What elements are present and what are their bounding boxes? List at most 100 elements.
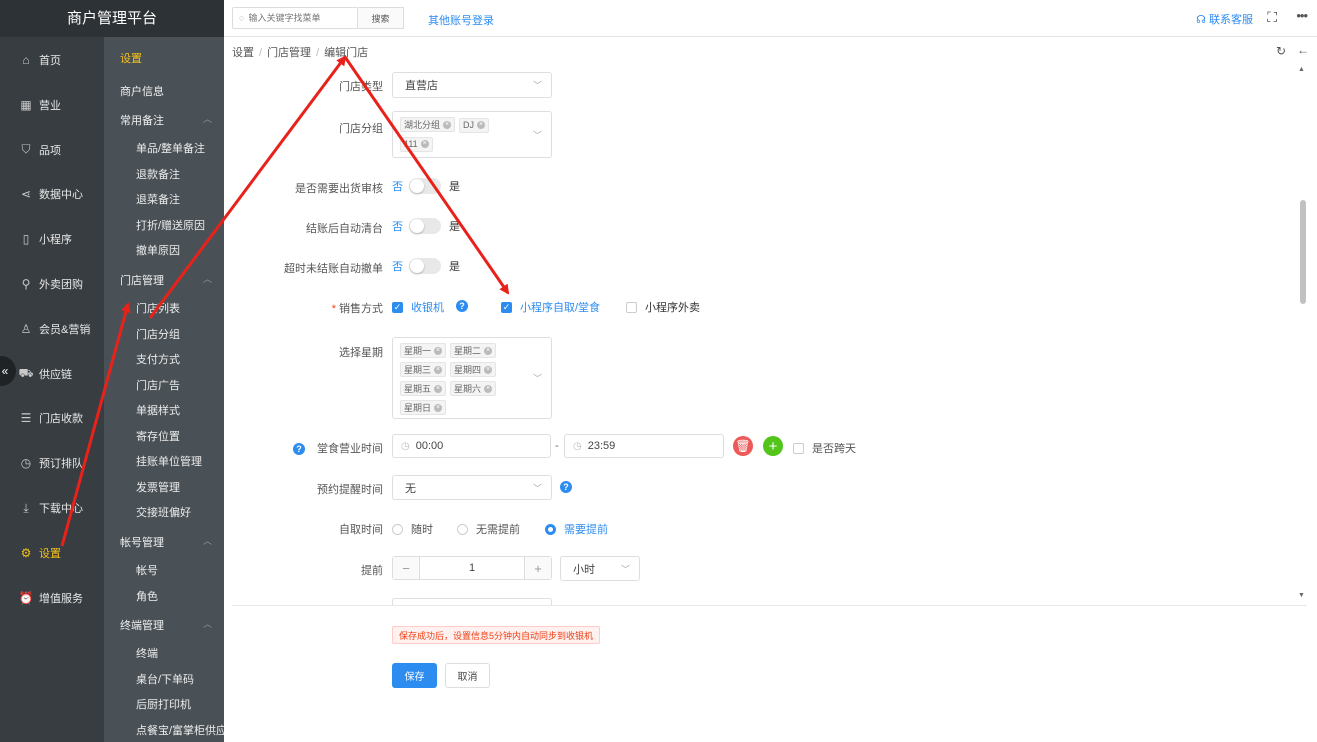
- sidebar-item[interactable]: ⏰ 增值服务: [0, 583, 104, 613]
- subnav-group[interactable]: 帐号管理 ︿: [120, 534, 220, 550]
- advance-value[interactable]: 1: [419, 557, 525, 579]
- reminder-label: 预约提醒时间: [317, 484, 383, 496]
- subnav-item[interactable]: 门店列表: [136, 300, 180, 316]
- subnav-item[interactable]: 撤单原因: [136, 242, 180, 258]
- weekday-tag: 星期日 ×: [400, 400, 447, 415]
- weekday-tag: 星期五 ×: [400, 381, 447, 396]
- back-arrow-icon[interactable]: ←: [1297, 43, 1309, 57]
- sidebar-item[interactable]: ⌂ 首页: [0, 45, 104, 75]
- contact-support-link[interactable]: ☊ 联系客服: [1196, 11, 1253, 27]
- tag-close-icon[interactable]: ×: [477, 121, 486, 129]
- subnav-item[interactable]: 发票管理: [136, 479, 180, 495]
- subnav-item[interactable]: 门店广告: [136, 377, 180, 393]
- reminder-value: 无: [405, 482, 416, 495]
- decrement-button[interactable]: −: [393, 557, 419, 579]
- subnav-item[interactable]: 门店分组: [136, 326, 180, 342]
- refresh-icon[interactable]: ↻: [1276, 44, 1286, 58]
- subnav-item[interactable]: 支付方式: [136, 351, 180, 367]
- sidebar-item[interactable]: ⋖ 数据中心: [0, 179, 104, 209]
- save-button[interactable]: 保存: [392, 663, 437, 688]
- delete-time-button[interactable]: 🗑: [733, 436, 753, 456]
- sidebar-item[interactable]: ⤓ 下载中心: [0, 493, 104, 523]
- subnav-item[interactable]: 商户信息: [120, 83, 164, 99]
- tag-close-icon[interactable]: ×: [434, 384, 443, 393]
- subnav-item[interactable]: 终端: [136, 645, 158, 661]
- tag-close-icon[interactable]: ×: [434, 365, 443, 374]
- subnav-item[interactable]: 桌台/下单码: [136, 671, 194, 687]
- subnav-item[interactable]: 交接班偏好: [136, 504, 191, 520]
- chevron-down-icon: ﹀: [532, 483, 542, 493]
- pickup-advance-radio[interactable]: 需要提前: [545, 521, 608, 537]
- subnav-item[interactable]: 打折/赠送原因: [136, 217, 205, 233]
- sidebar-item[interactable]: ⚙ 设置: [0, 538, 104, 568]
- sales-mode-pos-checkbox[interactable]: ✓ 收银机: [392, 299, 444, 315]
- breadcrumb-item[interactable]: 门店管理: [267, 47, 311, 59]
- sidebar-item-label: 增值服务: [39, 592, 83, 605]
- advance-unit-select[interactable]: 小时 ﹀: [560, 556, 640, 581]
- calendar-icon: ▦: [20, 97, 32, 112]
- pickup-anytime-radio[interactable]: 随时: [392, 521, 433, 537]
- subnav-item[interactable]: 单据样式: [136, 402, 180, 418]
- subnav-item[interactable]: 退菜备注: [136, 191, 180, 207]
- subnav-item[interactable]: 后厨打印机: [136, 696, 191, 712]
- tag-close-icon[interactable]: ×: [484, 346, 493, 355]
- pickup-no-advance-radio[interactable]: 无需提前: [457, 521, 520, 537]
- menu-search-box[interactable]: ○: [232, 7, 358, 29]
- dine-end-time-input[interactable]: ◷ 23:59: [564, 434, 724, 458]
- tag-close-icon[interactable]: ×: [443, 120, 452, 129]
- sidebar-item[interactable]: ▯ 小程序: [0, 224, 104, 254]
- subnav-item[interactable]: 点餐宝/富掌柜供应: [136, 722, 224, 738]
- subnav-item[interactable]: 寄存位置: [136, 428, 180, 444]
- increment-button[interactable]: +: [525, 557, 551, 579]
- more-icon[interactable]: •••: [1296, 8, 1308, 23]
- help-icon[interactable]: ?: [456, 300, 468, 312]
- sidebar-item[interactable]: ⚲ 外卖团购: [0, 269, 104, 299]
- timeout-cancel-switch[interactable]: [409, 258, 441, 274]
- store-group-select[interactable]: 湖北分组 × DJ × 111 × ﹀: [392, 111, 552, 158]
- store-type-select[interactable]: 直营店 ﹀: [392, 72, 552, 98]
- weekday-select[interactable]: 星期一 × 星期二 × 星期三 × 星期四 × 星期五 × 星期六 × 星期日 × ﹀: [392, 337, 552, 419]
- sidebar-item[interactable]: ⛉ 品项: [0, 135, 104, 165]
- dine-start-time-input[interactable]: ◷ 00:00: [392, 434, 551, 458]
- scrollbar-thumb[interactable]: [1300, 200, 1306, 304]
- subnav-item[interactable]: 单品/整单备注: [136, 140, 205, 156]
- tag-close-icon[interactable]: ×: [434, 346, 443, 355]
- form-scrollbar[interactable]: ▲ ▼: [1297, 62, 1307, 605]
- other-account-login-link[interactable]: 其他账号登录: [428, 12, 494, 28]
- subnav-item[interactable]: 挂账单位管理: [136, 453, 202, 469]
- next-row-field[interactable]: [392, 598, 552, 605]
- scroll-down-icon[interactable]: ▼: [1298, 592, 1305, 599]
- tag-close-icon[interactable]: ×: [484, 384, 493, 393]
- sales-mode-miniprogram-dinein-checkbox[interactable]: ✓ 小程序自取/堂食: [501, 299, 600, 315]
- fullscreen-icon[interactable]: ⛶: [1267, 9, 1277, 26]
- tag-close-icon[interactable]: ×: [420, 140, 429, 148]
- sidebar-item[interactable]: ▦ 营业: [0, 90, 104, 120]
- menu-search-input[interactable]: [248, 13, 349, 23]
- subnav-group[interactable]: 常用备注 ︿: [120, 112, 220, 128]
- timeout-cancel-row: 否 是: [392, 258, 460, 274]
- sidebar-item[interactable]: ◷ 预订排队: [0, 448, 104, 478]
- subnav-item[interactable]: 角色: [136, 588, 158, 604]
- help-icon[interactable]: ?: [560, 481, 572, 493]
- help-icon[interactable]: ?: [293, 443, 305, 455]
- subnav-group[interactable]: 门店管理 ︿: [120, 272, 220, 288]
- sidebar-item-label: 数据中心: [39, 189, 83, 202]
- reminder-select[interactable]: 无 ﹀: [392, 475, 552, 500]
- sidebar-item[interactable]: ♙ 会员&营销: [0, 314, 104, 344]
- cancel-button[interactable]: 取消: [445, 663, 490, 688]
- search-button[interactable]: 搜索: [358, 7, 404, 29]
- subnav-item[interactable]: 退款备注: [136, 166, 180, 182]
- scroll-up-icon[interactable]: ▲: [1298, 66, 1305, 73]
- shipment-audit-switch[interactable]: [409, 178, 441, 194]
- sales-mode-miniprogram-delivery-checkbox[interactable]: 小程序外卖: [626, 299, 700, 315]
- subnav-item[interactable]: 帐号: [136, 562, 158, 578]
- tag-close-icon[interactable]: ×: [484, 365, 493, 374]
- add-time-button[interactable]: +: [763, 436, 783, 456]
- breadcrumb-item[interactable]: 设置: [232, 47, 254, 59]
- sidebar-item[interactable]: ☰ 门店收款: [0, 403, 104, 433]
- tag-close-icon[interactable]: ×: [434, 403, 443, 412]
- auto-clear-switch[interactable]: [409, 218, 441, 234]
- cross-day-checkbox[interactable]: 是否跨天: [793, 440, 856, 456]
- clock-icon: ◷: [573, 440, 582, 452]
- subnav-group[interactable]: 终端管理 ︿: [120, 617, 220, 633]
